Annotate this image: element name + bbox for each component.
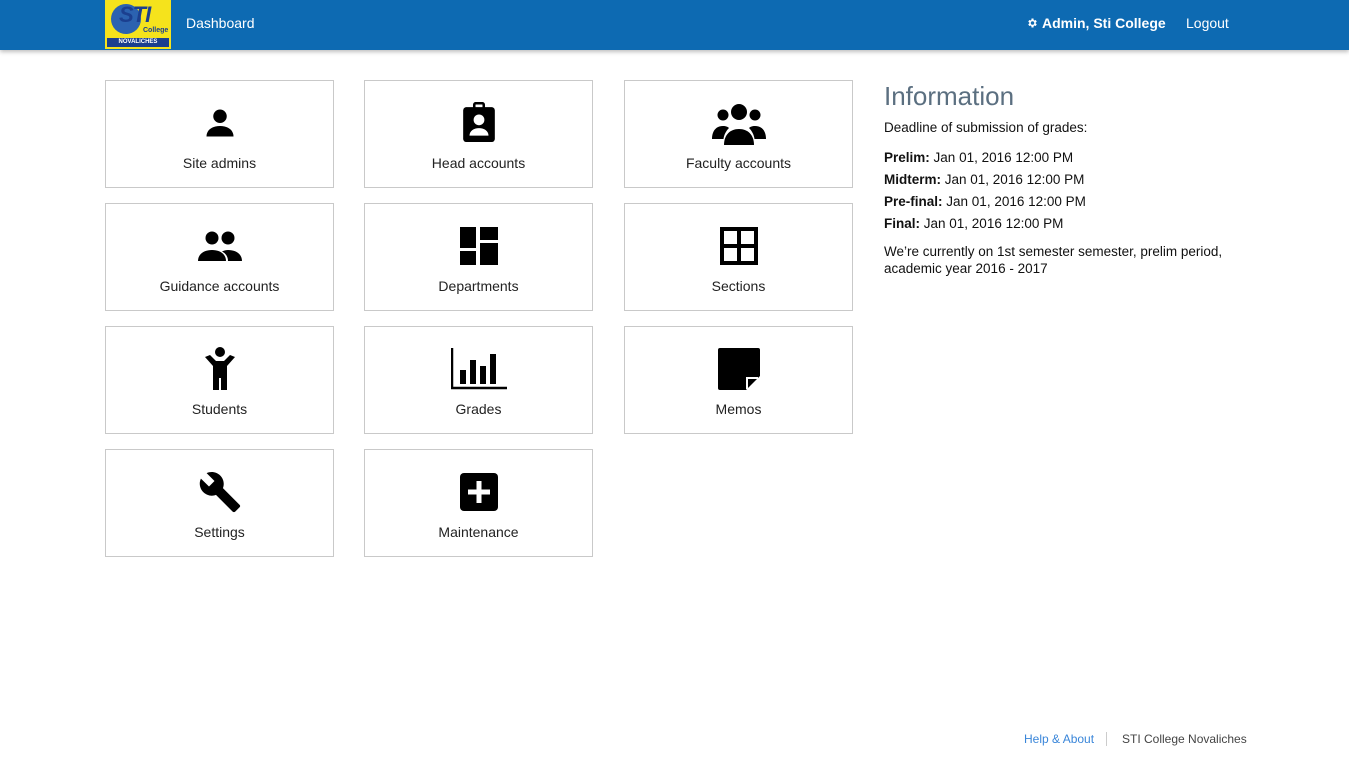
bar-chart-icon: [450, 345, 507, 393]
tile-memos[interactable]: Memos: [624, 326, 853, 434]
logo-subtitle: College: [143, 27, 169, 34]
deadline-list: Prelim: Jan 01, 2016 12:00 PM Midterm: J…: [884, 147, 1264, 235]
user-menu[interactable]: Admin, Sti College: [1026, 15, 1166, 31]
deadline-date: Jan 01, 2016 12:00 PM: [946, 194, 1086, 209]
deadline-term: Pre-final:: [884, 194, 943, 209]
deadline-row-prelim: Prelim: Jan 01, 2016 12:00 PM: [884, 147, 1264, 169]
current-period-text: We’re currently on 1st semester semester…: [884, 244, 1223, 276]
logout-link[interactable]: Logout: [1186, 15, 1229, 31]
deadline-row-prefinal: Pre-final: Jan 01, 2016 12:00 PM: [884, 191, 1264, 213]
group-icon: [711, 99, 767, 147]
people-icon: [192, 222, 248, 270]
deadline-row-final: Final: Jan 01, 2016 12:00 PM: [884, 213, 1264, 235]
person-icon: [192, 99, 248, 147]
tile-sections[interactable]: Sections: [624, 203, 853, 311]
grid-icon: [711, 222, 767, 270]
tile-label: Guidance accounts: [159, 278, 280, 294]
deadline-term: Final:: [884, 216, 920, 231]
tile-label: Grades: [455, 401, 502, 417]
footer-divider: [1106, 732, 1107, 746]
tile-maintenance[interactable]: Maintenance: [364, 449, 593, 557]
id-badge-icon: [451, 99, 507, 147]
user-name: Admin, Sti College: [1042, 15, 1166, 31]
tile-settings[interactable]: Settings: [105, 449, 334, 557]
note-icon: [711, 345, 767, 393]
tile-label: Students: [191, 401, 248, 417]
logo-wordmark: STI: [119, 2, 151, 27]
tile-site-admins[interactable]: Site admins: [105, 80, 334, 188]
tile-label: Site admins: [182, 155, 257, 171]
tile-departments[interactable]: Departments: [364, 203, 593, 311]
tile-label: Sections: [711, 278, 766, 294]
top-navbar: STI College NOVALICHES Dashboard Admin, …: [0, 0, 1349, 50]
deadline-date: Jan 01, 2016 12:00 PM: [933, 150, 1074, 165]
information-title: Information: [884, 81, 1015, 111]
dashboard-icon: [451, 222, 507, 270]
help-about-link[interactable]: Help & About: [1024, 732, 1094, 746]
tile-label: Faculty accounts: [685, 155, 792, 171]
deadline-date: Jan 01, 2016 12:00 PM: [923, 216, 1064, 231]
logo-band: NOVALICHES: [107, 38, 169, 47]
tile-label: Settings: [194, 524, 245, 540]
tile-guidance-accounts[interactable]: Guidance accounts: [105, 203, 334, 311]
sti-college-logo[interactable]: STI College NOVALICHES: [105, 0, 171, 49]
deadline-intro: Deadline of submission of grades:: [884, 120, 1088, 135]
tile-head-accounts[interactable]: Head accounts: [364, 80, 593, 188]
tile-label: Memos: [715, 401, 762, 417]
tile-faculty-accounts[interactable]: Faculty accounts: [624, 80, 853, 188]
information-panel: Information Deadline of submission of gr…: [884, 80, 1264, 277]
tile-label: Head accounts: [431, 155, 526, 171]
gear-icon: [1028, 18, 1037, 28]
tile-label: Departments: [438, 278, 519, 294]
deadline-term: Midterm:: [884, 172, 941, 187]
child-icon: [192, 345, 248, 393]
add-box-icon: [451, 468, 507, 516]
tile-students[interactable]: Students: [105, 326, 334, 434]
deadline-term: Prelim:: [884, 150, 930, 165]
tile-label: Maintenance: [438, 524, 519, 540]
deadline-date: Jan 01, 2016 12:00 PM: [944, 172, 1085, 187]
footer-org-name: STI College Novaliches: [1122, 732, 1247, 746]
deadline-row-midterm: Midterm: Jan 01, 2016 12:00 PM: [884, 169, 1264, 191]
wrench-icon: [192, 468, 248, 516]
nav-dashboard-link[interactable]: Dashboard: [186, 15, 255, 31]
tile-grades[interactable]: Grades: [364, 326, 593, 434]
